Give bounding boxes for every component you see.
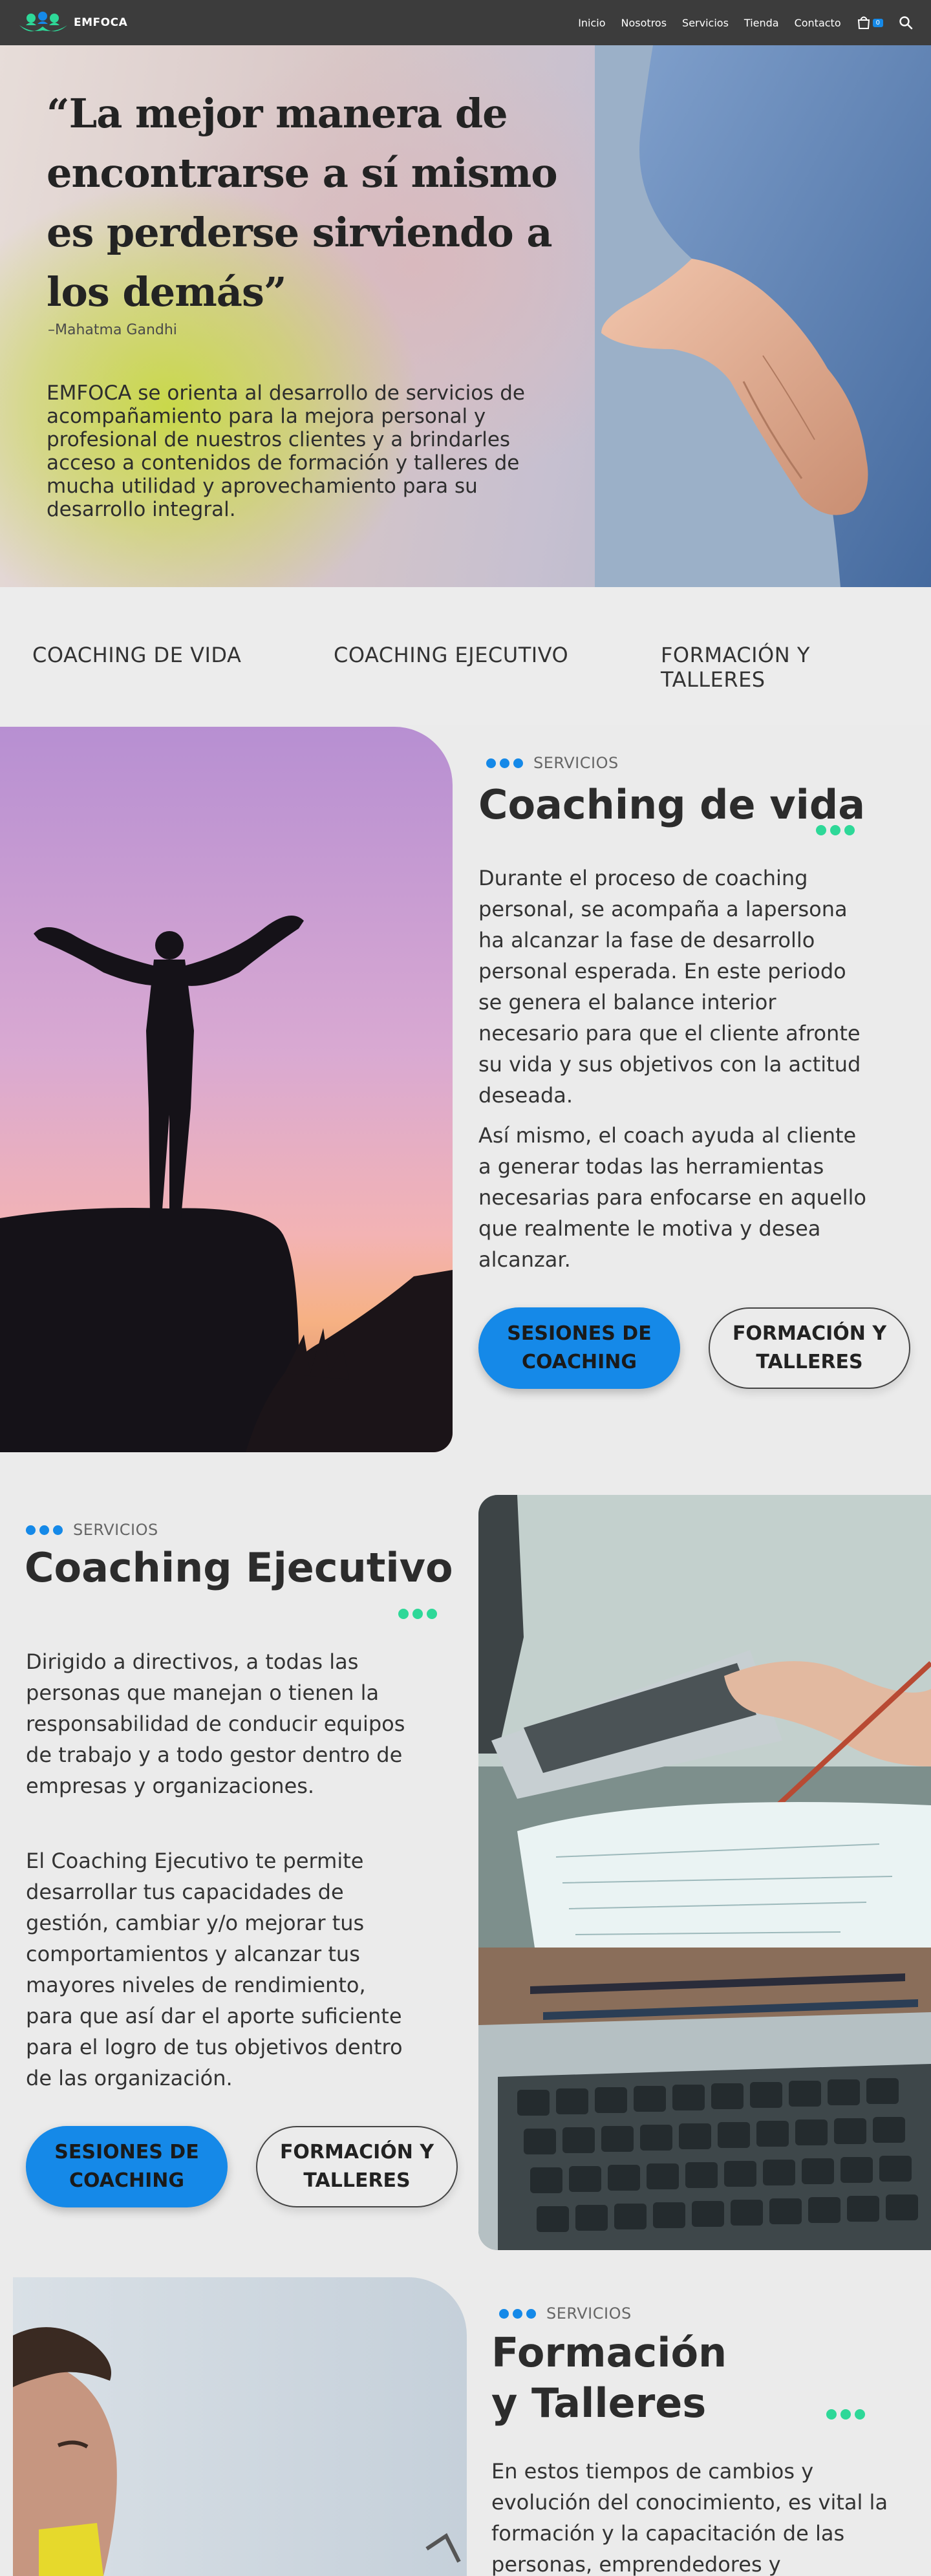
section-eyebrow: SERVICIOS bbox=[486, 754, 619, 772]
nav-link-tienda[interactable]: Tienda bbox=[744, 17, 779, 29]
blue-dot-icon bbox=[500, 758, 509, 768]
eyebrow-label: SERVICIOS bbox=[546, 2304, 632, 2323]
quote-author: –Mahatma Gandhi bbox=[48, 322, 177, 338]
services-tabs: COACHING DE VIDA COACHING EJECUTIVO FORM… bbox=[0, 587, 931, 725]
search-icon[interactable] bbox=[899, 16, 913, 30]
nav-link-servicios[interactable]: Servicios bbox=[682, 17, 729, 29]
blue-dot-icon bbox=[526, 2308, 536, 2319]
brand-logo[interactable]: EMFOCA bbox=[18, 11, 127, 34]
top-navbar: EMFOCA Inicio Nosotros Servicios Tienda … bbox=[0, 0, 931, 45]
man-drinking-image bbox=[13, 2277, 467, 2576]
shopping-bag-icon bbox=[857, 16, 870, 29]
cart-button[interactable]: 0 bbox=[857, 16, 883, 30]
section-title: Coaching Ejecutivo bbox=[25, 1544, 453, 1591]
tab-coaching-de-vida[interactable]: COACHING DE VIDA bbox=[32, 643, 241, 667]
hero-description: EMFOCA se orienta al desarrollo de servi… bbox=[47, 381, 525, 521]
green-dots-decoration bbox=[826, 2409, 865, 2420]
green-dots-decoration bbox=[816, 825, 855, 835]
section-title: Formación y Talleres bbox=[491, 2329, 727, 2427]
sesiones-de-coaching-button[interactable]: SESIONES DE COACHING bbox=[26, 2126, 228, 2207]
section-paragraph: Durante el proceso de coaching personal,… bbox=[478, 866, 861, 1108]
blue-dot-icon bbox=[499, 2308, 509, 2319]
eyebrow-label: SERVICIOS bbox=[73, 1521, 158, 1539]
logo-icon bbox=[19, 12, 67, 32]
hero-hand-image bbox=[595, 45, 931, 587]
blue-dot-icon bbox=[486, 758, 496, 768]
tab-formacion-y-talleres[interactable]: FORMACIÓN Y TALLERES bbox=[661, 643, 855, 692]
blue-dot-icon bbox=[53, 1525, 63, 1535]
hero-section: “La mejor manera de encontrarse a sí mis… bbox=[0, 45, 931, 587]
blue-dot-icon bbox=[39, 1525, 49, 1535]
eyebrow-label: SERVICIOS bbox=[533, 754, 619, 772]
section-paragraph: El Coaching Ejecutivo te permite desarro… bbox=[26, 1849, 403, 2090]
cart-count-badge: 0 bbox=[872, 18, 883, 27]
nav-link-inicio[interactable]: Inicio bbox=[578, 17, 605, 29]
section-title: Coaching de vida bbox=[478, 781, 866, 828]
section-paragraph: En estos tiempos de cambios y evolución … bbox=[491, 2459, 888, 2576]
section-eyebrow: SERVICIOS bbox=[499, 2304, 632, 2323]
green-dots-decoration bbox=[398, 1609, 437, 1619]
section-paragraph: Dirigido a directivos, a todas las perso… bbox=[26, 1649, 405, 1798]
formacion-y-talleres-button[interactable]: FORMACIÓN Y TALLERES bbox=[256, 2126, 458, 2207]
main-menu: Inicio Nosotros Servicios Tienda Contact… bbox=[578, 16, 913, 30]
section-eyebrow: SERVICIOS bbox=[26, 1521, 158, 1539]
formacion-y-talleres-button[interactable]: FORMACIÓN Y TALLERES bbox=[709, 1307, 910, 1389]
hero-quote: “La mejor manera de encontrarse a sí mis… bbox=[47, 90, 558, 316]
nav-link-nosotros[interactable]: Nosotros bbox=[621, 17, 667, 29]
tab-coaching-ejecutivo[interactable]: COACHING EJECUTIVO bbox=[334, 643, 568, 667]
blue-dot-icon bbox=[26, 1525, 36, 1535]
section-paragraph: Así mismo, el coach ayuda al cliente a g… bbox=[478, 1123, 866, 1272]
blue-dot-icon bbox=[513, 758, 523, 768]
sesiones-de-coaching-button[interactable]: SESIONES DE COACHING bbox=[478, 1307, 680, 1389]
brand-name: EMFOCA bbox=[74, 16, 128, 29]
laptop-notes-image bbox=[478, 1495, 931, 2250]
sunset-silhouette-image bbox=[0, 727, 453, 1452]
blue-dot-icon bbox=[513, 2308, 522, 2319]
nav-link-contacto[interactable]: Contacto bbox=[795, 17, 841, 29]
